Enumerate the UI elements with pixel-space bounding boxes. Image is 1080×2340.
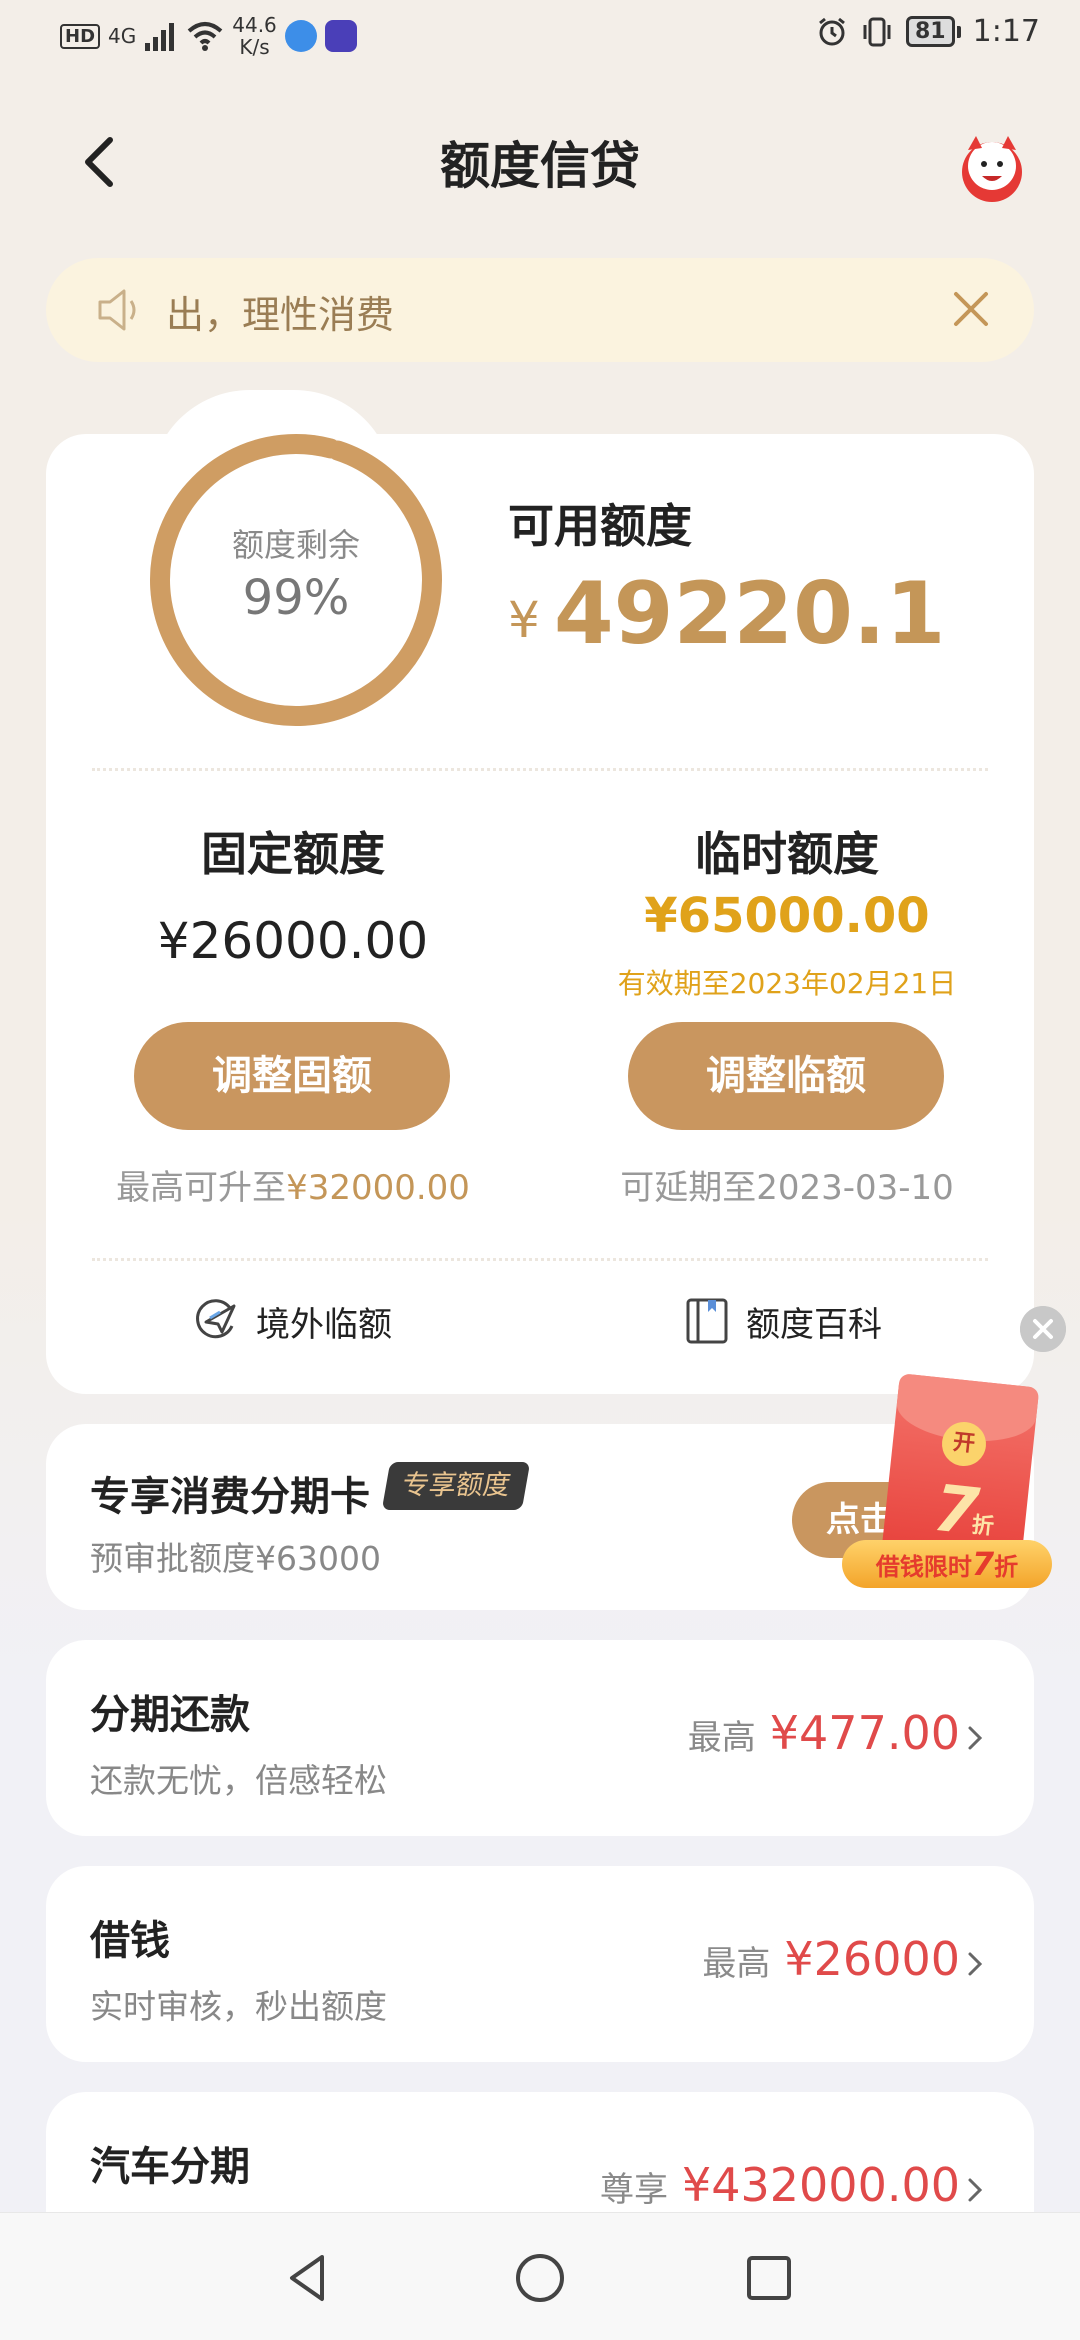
fixed-note-amount: ¥32000.00 xyxy=(286,1168,470,1208)
network-type: 4G xyxy=(108,24,137,48)
notice-bar[interactable]: 出，理性消费 xyxy=(46,258,1034,362)
promo-close-icon[interactable] xyxy=(1020,1306,1066,1352)
promo-ribbon: 借钱限时7折 xyxy=(842,1540,1052,1588)
installment-card-subtitle: 预审批额度¥63000 xyxy=(90,1539,381,1578)
amount-prefix: 最高 xyxy=(702,1944,771,1984)
exclusive-badge: 专享额度 xyxy=(381,1462,531,1510)
amount-prefix: 最高 xyxy=(687,1718,756,1758)
battery-level: 81 xyxy=(906,16,955,47)
credit-card: 额度剩余 99% 可用额度 ¥49220.1 固定额度 ¥26000.00 调整… xyxy=(46,390,1034,1394)
divider xyxy=(92,768,988,771)
service-card-installment-repay[interactable]: 分期还款 还款无忧，倍感轻松 最高 ¥477.00 xyxy=(46,1640,1034,1836)
service-subtitle: 还款无忧，倍感轻松 xyxy=(90,1761,387,1800)
service-title: 分期还款 xyxy=(90,1692,250,1738)
alarm-icon xyxy=(819,17,845,45)
fixed-note-prefix: 最高可升至 xyxy=(116,1168,287,1208)
promo-ribbon-prefix: 借钱限时 xyxy=(875,1553,972,1581)
available-label: 可用额度 xyxy=(508,499,692,553)
battery-icon: 81 xyxy=(906,16,961,47)
nav-recents-icon[interactable] xyxy=(734,2243,804,2313)
signal-icon xyxy=(145,23,175,51)
ring-label: 额度剩余 xyxy=(231,526,360,564)
mascot-icon[interactable] xyxy=(954,130,1030,206)
status-right: 81 1:17 xyxy=(816,14,1040,49)
service-amount: 尊享 ¥432000.00 xyxy=(600,2158,960,2212)
quota-wiki-link[interactable]: 额度百科 xyxy=(684,1296,882,1346)
nav-home-icon[interactable] xyxy=(505,2243,575,2313)
available-amount: ¥49220.1 xyxy=(508,564,946,664)
chevron-right-icon xyxy=(968,2178,983,2202)
service-amount: 最高 ¥26000 xyxy=(702,1932,960,1986)
app-notification-icon xyxy=(284,20,317,52)
fixed-quota-title: 固定额度 xyxy=(201,827,385,881)
red-envelope-promo[interactable]: 开 7 折 借钱限时7折 xyxy=(842,1373,1060,1594)
promo-ribbon-suffix: 折 xyxy=(994,1553,1019,1581)
overseas-quota-link[interactable]: 境外临额 xyxy=(190,1296,392,1346)
amount-value: ¥477.00 xyxy=(769,1706,960,1760)
network-speed: 44.6 K/s xyxy=(232,14,277,58)
temp-quota-amount: ¥65000.00 xyxy=(644,888,930,944)
installment-card-title: 专享消费分期卡 xyxy=(90,1474,370,1520)
speaker-icon xyxy=(98,289,136,331)
currency-symbol: ¥ xyxy=(508,591,540,649)
promo-discount-unit: 折 xyxy=(970,1512,996,1541)
wifi-icon xyxy=(187,22,223,51)
adjust-fixed-button[interactable]: 调整固额 xyxy=(134,1022,450,1130)
fixed-quota-amount: ¥26000.00 xyxy=(157,912,429,970)
temp-quota-validity: 有效期至2023年02月21日 xyxy=(617,967,957,1000)
service-card-borrow[interactable]: 借钱 实时审核，秒出额度 最高 ¥26000 xyxy=(46,1866,1034,2062)
ring-value: 99% xyxy=(242,570,350,626)
promo-ribbon-num: 7 xyxy=(971,1545,995,1583)
service-amount: 最高 ¥477.00 xyxy=(688,1706,960,1760)
amount-value: ¥432000.00 xyxy=(681,2158,960,2212)
close-icon[interactable] xyxy=(946,284,996,334)
service-subtitle: 实时审核，秒出额度 xyxy=(90,1987,387,2026)
plane-icon xyxy=(196,1299,236,1339)
vibrate-icon xyxy=(863,17,891,46)
hd-icon: HD xyxy=(60,23,101,49)
adjust-temp-button[interactable]: 调整临额 xyxy=(628,1022,944,1130)
chevron-right-icon xyxy=(968,1952,983,1976)
speed-value: 44.6 xyxy=(232,13,277,37)
status-bar: HD 4G 44.6 K/s 81 1:17 xyxy=(0,0,1080,72)
divider xyxy=(92,1258,988,1261)
status-left: HD 4G 44.6 K/s xyxy=(60,14,357,58)
app-notification-icon xyxy=(324,20,357,52)
speed-unit: K/s xyxy=(239,35,270,59)
book-icon xyxy=(686,1298,728,1344)
available-value: 49220.1 xyxy=(553,564,946,664)
overseas-quota-label: 境外临额 xyxy=(256,1304,392,1345)
amount-prefix: 尊享 xyxy=(599,2170,668,2210)
chevron-right-icon xyxy=(968,1726,983,1750)
temp-quota-title: 临时额度 xyxy=(695,827,879,881)
quota-wiki-label: 额度百科 xyxy=(746,1304,882,1345)
fixed-quota-note: 最高可升至¥32000.00 xyxy=(46,1160,540,1209)
page-title: 额度信贷 xyxy=(440,137,640,195)
system-nav-bar xyxy=(0,2212,1080,2340)
header: 额度信贷 xyxy=(0,110,1080,214)
service-title: 借钱 xyxy=(90,1918,170,1964)
temp-quota-note: 可延期至2023-03-10 xyxy=(620,1168,954,1208)
notice-text: 出，理性消费 xyxy=(166,293,395,337)
service-title: 汽车分期 xyxy=(90,2144,250,2190)
nav-back-icon[interactable] xyxy=(274,2243,344,2313)
amount-value: ¥26000 xyxy=(784,1932,960,1986)
clock: 1:17 xyxy=(972,14,1040,49)
